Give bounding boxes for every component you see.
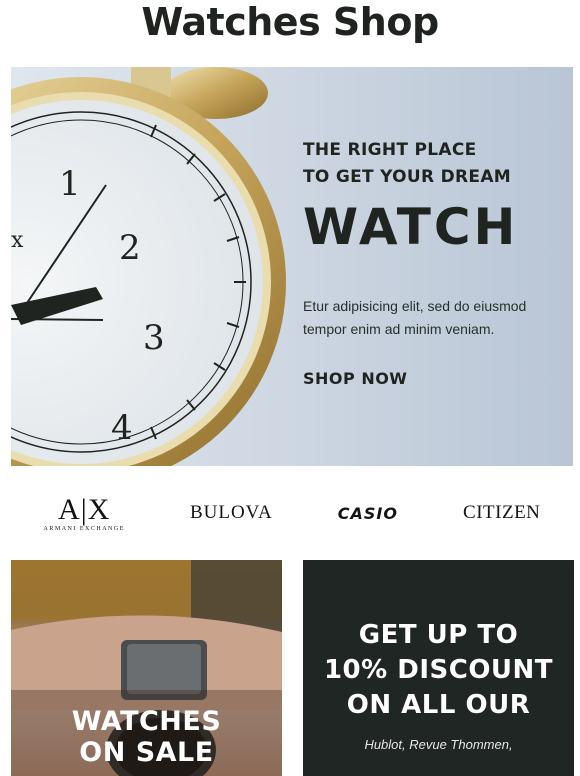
brand-casio[interactable]: CASIO — [338, 504, 398, 523]
discount-line1: GET UP TO — [358, 620, 519, 650]
brand-citizen[interactable]: CITIZEN — [463, 502, 540, 524]
alarm-clock-image: 1 2 3 4 x — [11, 67, 286, 466]
hero-kicker-line1: THE RIGHT PLACE — [303, 140, 477, 160]
brand-armani-exchange[interactable]: A|X ARMANI EXCHANGE — [43, 492, 125, 532]
hero-copy: THE RIGHT PLACE TO GET YOUR DREAM WATCH … — [303, 137, 563, 389]
hero-kicker-line2: TO GET YOUR DREAM — [303, 167, 512, 187]
discount-title: GET UP TO 10% DISCOUNT ON ALL OUR — [303, 618, 574, 723]
discount-line2: 10% DISCOUNT — [323, 655, 554, 685]
clock-numeral-1: 1 — [59, 164, 81, 204]
armani-exchange-logo: A|X — [58, 492, 111, 526]
clock-numeral-x: x — [11, 228, 24, 253]
brand-bulova[interactable]: BULOVA — [190, 502, 273, 524]
sale-title-line1: WATCHES — [71, 706, 222, 737]
discount-brands-text: Hublot, Revue Thommen, — [364, 737, 513, 752]
discount-card[interactable]: GET UP TO 10% DISCOUNT ON ALL OUR Hublot… — [303, 560, 574, 776]
watches-on-sale-title: WATCHES ON SALE — [11, 706, 282, 768]
hero-banner: 1 2 3 4 x THE RIGHT PLACE TO GET YOUR DR… — [11, 67, 573, 466]
discount-line3: ON ALL OUR — [346, 690, 531, 720]
sale-title-line2: ON SALE — [79, 737, 214, 768]
clock-numeral-2: 2 — [119, 228, 141, 268]
shop-now-link[interactable]: SHOP NOW — [303, 369, 407, 388]
clock-numeral-4: 4 — [111, 408, 133, 448]
armani-exchange-wordmark: ARMANI EXCHANGE — [43, 525, 125, 532]
clock-numeral-3: 3 — [143, 318, 165, 358]
brand-logos: A|X ARMANI EXCHANGE BULOVA CASIO CITIZEN — [11, 480, 573, 546]
site-title: Watches Shop — [141, 0, 439, 44]
hero-body: Etur adipisicing elit, sed do eiusmod te… — [303, 298, 527, 337]
hero-headline: WATCH — [303, 198, 519, 256]
watches-on-sale-card[interactable]: WATCHES ON SALE — [11, 560, 282, 776]
